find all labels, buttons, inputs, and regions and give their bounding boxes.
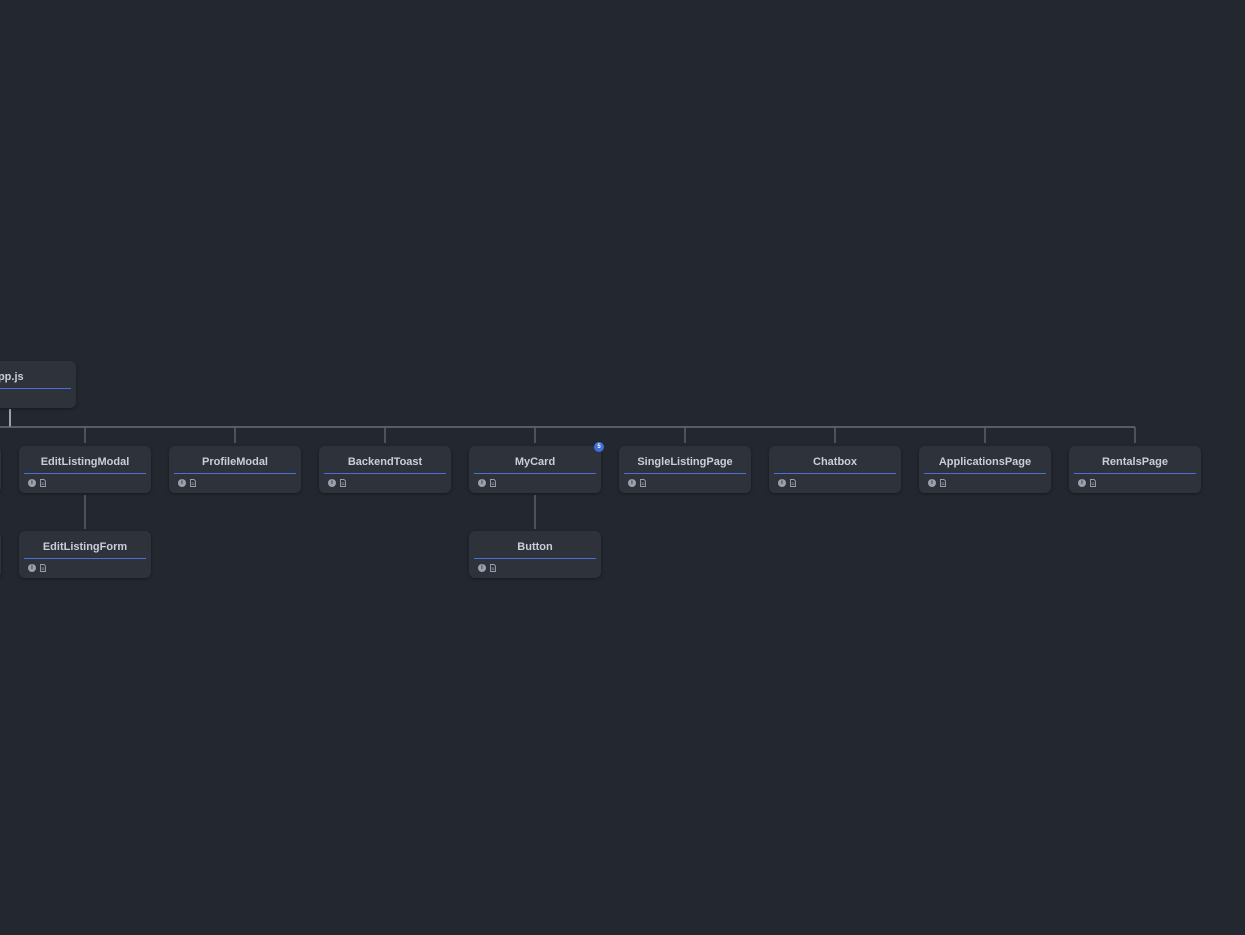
node-divider — [774, 473, 896, 474]
component-tree-canvas[interactable]: App.js EditListingModal i ProfileModal i… — [0, 0, 1245, 935]
node-title: BackendToast — [347, 456, 423, 468]
node-divider — [1074, 473, 1196, 474]
node-divider — [324, 473, 446, 474]
node-offscreen[interactable] — [0, 531, 1, 578]
node-divider — [0, 388, 71, 389]
node-edit-listing-modal[interactable]: EditListingModal i — [19, 446, 151, 493]
node-title: RentalsPage — [1101, 456, 1169, 468]
file-icon[interactable] — [940, 478, 946, 487]
info-icon[interactable]: i — [1078, 478, 1086, 487]
node-button[interactable]: Button i — [469, 531, 601, 578]
file-icon[interactable] — [490, 563, 496, 572]
node-divider — [24, 558, 146, 559]
node-title: SingleListingPage — [637, 456, 733, 468]
node-divider — [174, 473, 296, 474]
file-icon[interactable] — [40, 478, 46, 487]
node-divider — [474, 558, 596, 559]
file-icon[interactable] — [340, 478, 346, 487]
node-rentals-page[interactable]: RentalsPage i — [1069, 446, 1201, 493]
file-icon[interactable] — [490, 478, 496, 487]
node-title: ApplicationsPage — [938, 456, 1032, 468]
file-icon[interactable] — [1090, 478, 1096, 487]
info-icon[interactable]: i — [778, 478, 786, 487]
info-icon[interactable]: i — [328, 478, 336, 487]
node-title: Chatbox — [813, 456, 857, 468]
node-my-card[interactable]: MyCard i 5 — [469, 442, 604, 493]
node-title: EditListingModal — [40, 456, 130, 468]
node-divider — [474, 473, 596, 474]
node-chatbox[interactable]: Chatbox i — [769, 446, 901, 493]
node-divider — [624, 473, 746, 474]
node-title: Button — [517, 541, 553, 553]
node-title: MyCard — [514, 456, 556, 468]
node-root[interactable]: App.js — [0, 361, 76, 408]
node-single-listing-page[interactable]: SingleListingPage i — [619, 446, 751, 493]
render-count-badge: 5 — [594, 442, 604, 452]
file-icon[interactable] — [40, 563, 46, 572]
node-offscreen[interactable] — [0, 446, 1, 493]
info-icon[interactable]: i — [928, 478, 936, 487]
node-title: ProfileModal — [201, 456, 268, 468]
node-profile-modal[interactable]: ProfileModal i — [169, 446, 301, 493]
node-divider — [24, 473, 146, 474]
info-icon[interactable]: i — [28, 478, 36, 487]
node-title: App.js — [0, 371, 24, 383]
file-icon[interactable] — [190, 478, 196, 487]
info-icon[interactable]: i — [178, 478, 186, 487]
info-icon[interactable]: i — [628, 478, 636, 487]
node-applications-page[interactable]: ApplicationsPage i — [919, 446, 1051, 493]
node-edit-listing-form[interactable]: EditListingForm i — [19, 531, 151, 578]
node-backend-toast[interactable]: BackendToast i — [319, 446, 451, 493]
file-icon[interactable] — [640, 478, 646, 487]
info-icon[interactable]: i — [478, 563, 486, 572]
info-icon[interactable]: i — [28, 563, 36, 572]
info-icon[interactable]: i — [478, 478, 486, 487]
node-title: EditListingForm — [42, 541, 128, 553]
file-icon[interactable] — [790, 478, 796, 487]
node-divider — [924, 473, 1046, 474]
